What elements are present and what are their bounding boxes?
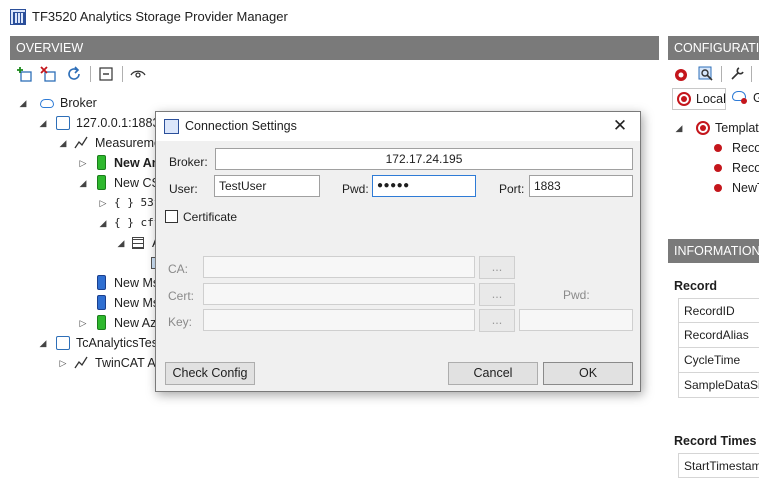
info-row-sampledatasize: SampleDataSiz: [678, 373, 759, 398]
dialog-app-icon: [164, 119, 179, 134]
config-tree-template[interactable]: ◢ Template: [668, 118, 759, 138]
server-icon: [56, 336, 70, 350]
record-icon[interactable]: [672, 65, 690, 83]
tab-local[interactable]: Local: [672, 88, 726, 110]
user-label: User:: [169, 182, 198, 196]
user-input[interactable]: TestUser: [214, 175, 320, 197]
key-browse-button[interactable]: ...: [479, 309, 515, 332]
info-row-recordalias: RecordAlias: [678, 323, 759, 348]
ca-label: CA:: [168, 262, 189, 276]
ca-browse-button[interactable]: ...: [479, 256, 515, 279]
ca-input[interactable]: [203, 256, 475, 278]
tree-item-broker[interactable]: ◢ Broker: [10, 93, 210, 113]
config-tree-newt[interactable]: NewT: [668, 178, 759, 198]
device-green-icon: [97, 175, 106, 190]
config-tree-record-2[interactable]: Recor: [668, 158, 759, 178]
device-blue-icon: [97, 275, 106, 290]
certificate-checkbox[interactable]: [165, 210, 178, 223]
window-title-bar: TF3520 Analytics Storage Provider Manage…: [0, 0, 759, 34]
local-icon: [677, 92, 691, 106]
window-title: TF3520 Analytics Storage Provider Manage…: [32, 9, 288, 24]
key-input[interactable]: [203, 309, 475, 331]
info-row-cycletime: CycleTime: [678, 348, 759, 373]
pwd-input[interactable]: ●●●●●: [372, 175, 476, 197]
refresh-icon[interactable]: [65, 65, 83, 83]
info-row-starttimestamp: StartTimestam: [678, 453, 759, 478]
tab-global-dot: [741, 98, 747, 104]
collapse-all-icon[interactable]: [97, 65, 115, 83]
ok-button[interactable]: OK: [543, 362, 633, 385]
app-icon: [10, 9, 26, 25]
tab-global[interactable]: G: [729, 88, 759, 110]
config-tree: ◢ Template Recor Recor NewT: [668, 116, 759, 206]
certificate-label: Certificate: [183, 210, 238, 224]
record-dot-icon: [714, 184, 722, 192]
device-green-icon: [97, 155, 106, 170]
overview-toolbar: [10, 62, 659, 86]
check-config-button[interactable]: Check Config: [165, 362, 255, 385]
configuration-header: CONFIGURATION: [668, 36, 759, 60]
chart-icon: [74, 356, 88, 370]
table-icon: [132, 237, 144, 249]
device-green-icon: [97, 315, 106, 330]
cert-pwd-label: Pwd:: [563, 288, 590, 302]
template-icon: [696, 121, 710, 135]
remove-connection-icon[interactable]: [39, 65, 57, 83]
cloud-icon: [40, 99, 54, 108]
port-label: Port:: [499, 182, 525, 196]
port-input[interactable]: 1883: [529, 175, 633, 197]
chart-icon: [74, 136, 88, 150]
cert-pwd-input[interactable]: [519, 309, 633, 331]
broker-label: Broker:: [169, 155, 208, 169]
close-icon[interactable]: ✕: [608, 115, 632, 137]
wrench-icon[interactable]: [728, 65, 746, 83]
config-tree-record-1[interactable]: Recor: [668, 138, 759, 158]
add-connection-icon[interactable]: [15, 65, 33, 83]
record-dot-icon: [714, 164, 722, 172]
server-icon: [56, 116, 70, 130]
pwd-label: Pwd:: [342, 182, 369, 196]
cert-input[interactable]: [203, 283, 475, 305]
cert-browse-button[interactable]: ...: [479, 283, 515, 306]
broker-input[interactable]: 172.17.24.195: [215, 148, 633, 170]
dialog-title: Connection Settings: [185, 119, 297, 133]
information-header: INFORMATION: [668, 239, 759, 263]
record-dot-icon: [714, 144, 722, 152]
key-label: Key:: [168, 315, 193, 329]
overview-header: OVERVIEW: [10, 36, 659, 60]
device-blue-icon: [97, 295, 106, 310]
info-section-record: Record: [674, 279, 718, 293]
cancel-button[interactable]: Cancel: [448, 362, 538, 385]
inspect-icon[interactable]: [697, 65, 715, 83]
connection-settings-dialog: Connection Settings ✕ Broker: 172.17.24.…: [155, 111, 641, 392]
info-row-recordid: RecordID: [678, 298, 759, 323]
info-section-record-times: Record Times: [674, 434, 757, 448]
config-toolbar: [668, 62, 759, 86]
view-icon[interactable]: [129, 65, 147, 83]
cert-label: Cert:: [168, 289, 195, 303]
dialog-title-bar: Connection Settings ✕: [156, 112, 640, 141]
